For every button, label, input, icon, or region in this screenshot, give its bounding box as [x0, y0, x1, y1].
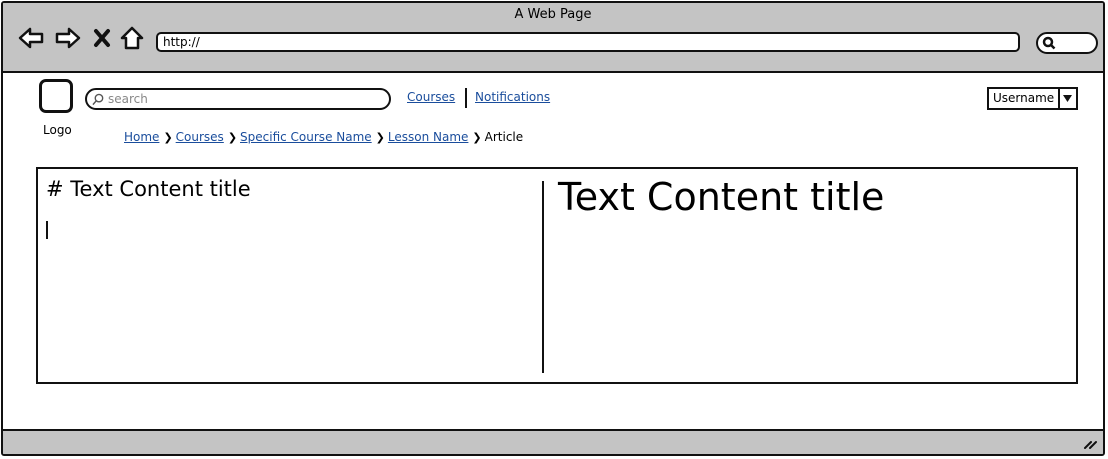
breadcrumb: Home ❯ Courses ❯ Specific Course Name ❯ Lesson…: [124, 130, 523, 144]
chevron-right-icon: ❯: [227, 131, 238, 144]
browser-search-button[interactable]: [1036, 32, 1098, 54]
breadcrumb-home[interactable]: Home: [124, 130, 159, 144]
user-dropdown[interactable]: Username: [987, 87, 1078, 110]
chevron-right-icon: ❯: [375, 131, 385, 144]
nav-link-courses[interactable]: Courses: [407, 90, 455, 104]
browser-toolbar: A Web Page http://: [3, 3, 1103, 73]
breadcrumb-current: Article: [484, 130, 524, 144]
markdown-source-title[interactable]: # Text Content title: [46, 177, 251, 201]
search-icon: [1042, 36, 1056, 50]
preview-title: Text Content title: [558, 175, 885, 219]
text-cursor: [46, 221, 48, 239]
nav-link-notifications[interactable]: Notifications: [475, 90, 550, 104]
username-label: Username: [993, 91, 1055, 105]
browser-window: A Web Page http:// Logo search Courses N…: [1, 1, 1105, 456]
search-placeholder: search: [108, 92, 148, 106]
close-icon[interactable]: [91, 25, 113, 51]
breadcrumb-course[interactable]: Specific Course Name: [240, 130, 372, 144]
address-bar[interactable]: http://: [156, 32, 1020, 52]
status-bar: [3, 429, 1103, 454]
search-input[interactable]: search: [85, 88, 391, 110]
chevron-right-icon: ❯: [163, 131, 173, 144]
resize-grip-icon[interactable]: [1083, 436, 1097, 450]
dropdown-arrow[interactable]: [1058, 89, 1076, 108]
search-icon: [92, 93, 104, 106]
logo-label: Logo: [43, 123, 72, 137]
split-divider[interactable]: [542, 181, 544, 373]
forward-icon[interactable]: [54, 25, 82, 51]
logo-image[interactable]: [39, 79, 73, 113]
breadcrumb-courses[interactable]: Courses: [176, 130, 224, 144]
breadcrumb-lesson[interactable]: Lesson Name: [388, 130, 469, 144]
window-title: A Web Page: [514, 7, 592, 22]
back-icon[interactable]: [17, 25, 45, 51]
nav-divider: [465, 88, 467, 108]
chevron-right-icon: ❯: [472, 131, 482, 144]
home-icon[interactable]: [119, 25, 145, 51]
markdown-editor-panel: # Text Content title Text Content title: [36, 167, 1078, 384]
chevron-down-icon: [1063, 95, 1072, 102]
